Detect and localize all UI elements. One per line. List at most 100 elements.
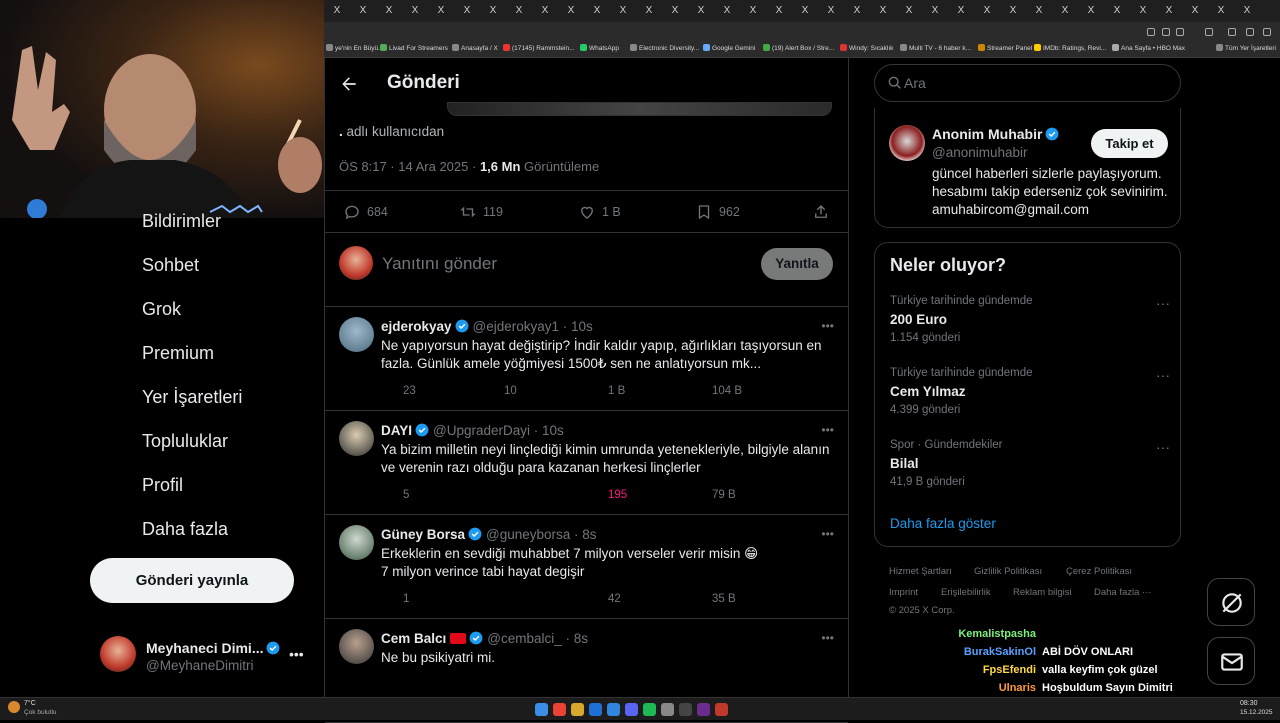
account-name[interactable]: Meyhaneci Dimi...: [146, 640, 280, 656]
post-time[interactable]: ÖS 8:17 · 14 Ara 2025 ·: [339, 159, 476, 174]
bookmark-item[interactable]: IMDb: Ratings, Revi...: [1034, 44, 1106, 52]
browser-tab[interactable]: X: [664, 4, 686, 18]
reply-input[interactable]: Yanıtını gönder: [382, 254, 497, 274]
toolbar-icon[interactable]: [1205, 28, 1213, 36]
trend-item[interactable]: Türkiye tarihinde gündemde 200 Euro 1.154 …: [890, 295, 1170, 344]
bookmark-item[interactable]: Streamer Panel: [978, 44, 1032, 52]
account-avatar[interactable]: [100, 636, 136, 672]
browser-tab[interactable]: X: [430, 4, 452, 18]
follow-button[interactable]: Takip et: [1091, 129, 1168, 158]
likes-stat[interactable]: 42: [586, 591, 621, 607]
browser-tab[interactable]: X: [768, 4, 790, 18]
quoted-media[interactable]: [447, 102, 832, 116]
follow-name[interactable]: Anonim Muhabir: [932, 126, 1059, 142]
trend-item[interactable]: Türkiye tarihinde gündemde Cem Yılmaz 4.39…: [890, 367, 1170, 416]
weather-temp[interactable]: 7°C: [24, 700, 36, 707]
more-options-icon[interactable]: ···: [1156, 367, 1170, 383]
browser-tab[interactable]: X: [1080, 4, 1102, 18]
browser-tab[interactable]: X: [924, 4, 946, 18]
nav-item-bookmark[interactable]: Yer İşaretleri: [100, 379, 242, 415]
bookmark-item[interactable]: Google Gemini: [703, 44, 755, 52]
taskbar-app-icon[interactable]: [625, 703, 638, 716]
browser-tab[interactable]: X: [820, 4, 842, 18]
browser-tab[interactable]: X: [1184, 4, 1206, 18]
search-box[interactable]: Ara: [874, 64, 1181, 102]
taskbar-app-icon[interactable]: [607, 703, 620, 716]
bookmark-icon[interactable]: [793, 383, 809, 399]
more-options-icon[interactable]: •••: [821, 423, 834, 439]
browser-tab[interactable]: X: [508, 4, 530, 18]
browser-tab[interactable]: X: [1132, 4, 1154, 18]
bookmark-item[interactable]: Tüm Yer İşaretleri: [1216, 44, 1276, 52]
more-options-icon[interactable]: •••: [821, 631, 834, 647]
bookmark-item[interactable]: Anasayfa / X: [452, 44, 498, 52]
browser-tab[interactable]: X: [872, 4, 894, 18]
footer-link[interactable]: Daha fazla ···: [1094, 587, 1152, 598]
browser-tab[interactable]: X: [638, 4, 660, 18]
browser-tab[interactable]: X: [1002, 4, 1024, 18]
nav-item-person[interactable]: Profil: [100, 467, 183, 503]
taskbar-app-icon[interactable]: [643, 703, 656, 716]
bookmark-stat[interactable]: 962: [695, 203, 740, 221]
browser-tab[interactable]: X: [1106, 4, 1128, 18]
footer-link[interactable]: Imprint: [889, 587, 918, 598]
reply-author[interactable]: Cem Balcı @cembalci_ · 8s: [381, 631, 588, 646]
replies-stat[interactable]: 23: [381, 383, 416, 399]
taskbar-app-icon[interactable]: [571, 703, 584, 716]
toolbar-icon[interactable]: [1176, 28, 1184, 36]
toolbar-icon[interactable]: [1246, 28, 1254, 36]
reposts-stat[interactable]: [482, 487, 504, 503]
taskbar-app-icon[interactable]: [661, 703, 674, 716]
grok-icon[interactable]: [791, 423, 807, 439]
more-options-icon[interactable]: •••: [821, 527, 834, 543]
avatar[interactable]: [339, 421, 374, 456]
taskbar-app-icon[interactable]: [697, 703, 710, 716]
grok-icon[interactable]: [791, 527, 807, 543]
search-input[interactable]: Ara: [904, 75, 926, 91]
nav-item-more-circle[interactable]: Daha fazla: [100, 511, 228, 547]
browser-tab[interactable]: X: [352, 4, 374, 18]
taskbar-app-icon[interactable]: [679, 703, 692, 716]
footer-link[interactable]: Erişilebilirlik: [941, 587, 991, 598]
taskbar-app-icon[interactable]: [589, 703, 602, 716]
nav-item-x-logo[interactable]: Premium: [100, 335, 214, 371]
taskbar-app-icon[interactable]: [553, 703, 566, 716]
toolbar-icon[interactable]: [1147, 28, 1155, 36]
grok-icon[interactable]: [791, 631, 807, 647]
grok-float-button[interactable]: [1207, 578, 1255, 626]
bookmark-item[interactable]: WhatsApp: [580, 44, 619, 52]
browser-tab[interactable]: X: [456, 4, 478, 18]
views-stat[interactable]: 35 B: [690, 591, 736, 607]
footer-link[interactable]: Çerez Politikası: [1066, 566, 1132, 577]
clock-time[interactable]: 08:30: [1240, 700, 1258, 707]
reposts-stat[interactable]: 10: [482, 383, 517, 399]
more-options-icon[interactable]: ···: [1156, 295, 1170, 311]
bookmark-icon[interactable]: [793, 487, 809, 503]
nav-item-grok[interactable]: Grok: [100, 291, 181, 327]
share-icon[interactable]: [820, 591, 836, 607]
browser-tab[interactable]: X: [846, 4, 868, 18]
reply-tweet[interactable]: DAYI @UpgraderDayi · 10s ••• Ya bizim mille…: [325, 411, 848, 515]
views-stat[interactable]: 79 B: [690, 487, 736, 503]
toolbar-icon[interactable]: [1228, 28, 1236, 36]
grok-icon[interactable]: [791, 319, 807, 335]
browser-tab[interactable]: X: [742, 4, 764, 18]
reply-author[interactable]: DAYI @UpgraderDayi · 10s: [381, 423, 564, 438]
bookmark-icon[interactable]: [793, 591, 809, 607]
browser-tab[interactable]: X: [612, 4, 634, 18]
bookmark-item[interactable]: Livad For Streamers: [380, 44, 448, 52]
nav-item-communities[interactable]: Topluluklar: [100, 423, 228, 459]
taskbar-app-icon[interactable]: [535, 703, 548, 716]
avatar[interactable]: [339, 629, 374, 664]
browser-tab[interactable]: X: [378, 4, 400, 18]
browser-tab[interactable]: X: [586, 4, 608, 18]
nav-item-bell[interactable]: Bildirimler: [100, 203, 221, 239]
views-stat[interactable]: 104 B: [690, 383, 742, 399]
more-options-icon[interactable]: •••: [821, 319, 834, 335]
browser-tab[interactable]: X: [898, 4, 920, 18]
bookmark-item[interactable]: ye'nin En Büyü...: [326, 44, 384, 52]
post-button[interactable]: Gönderi yayınla: [90, 558, 294, 603]
browser-tab[interactable]: X: [976, 4, 998, 18]
reply-tweet[interactable]: ejderokyay @ejderokyay1 · 10s ••• Ne yapıyo…: [325, 307, 848, 411]
taskbar-app-icon[interactable]: [715, 703, 728, 716]
